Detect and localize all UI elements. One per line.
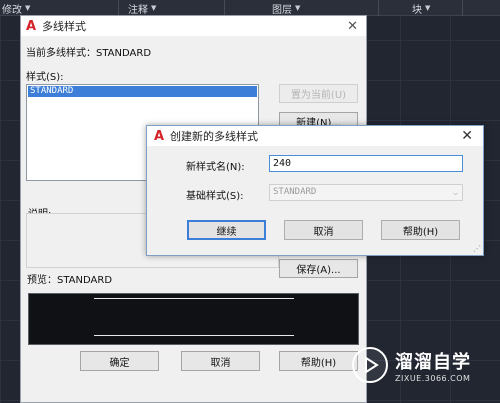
new-dialog-title: 创建新的多线样式 [170,130,258,143]
mline-dialog-title: 多线样式 [42,20,86,33]
preview-label: 预览：STANDARD [27,275,113,286]
mline-dialog-titlebar[interactable]: A 多线样式 [21,16,366,36]
ribbon-panel-block[interactable]: 块 ▼ [412,2,431,16]
new-cancel-button[interactable]: 取消 [284,220,363,240]
base-style-label: 基础样式(S): [186,191,244,202]
new-style-name-input[interactable]: 240 [269,155,463,172]
list-item-standard[interactable]: STANDARD [28,86,257,97]
ribbon-panel-bar: 修改 ▼ 注释 ▼ 图层 ▼ 块 ▼ [0,0,500,16]
watermark: 溜溜自学 ZIXUE.3066.COM [352,340,500,390]
ribbon-panel-annotate[interactable]: 注释 ▼ [128,2,157,16]
styles-label: 样式(S): [26,72,64,83]
help-button[interactable]: 帮助(H) [279,351,358,371]
continue-button[interactable]: 继续 [187,220,266,240]
base-style-select[interactable]: STANDARD ⌵ [269,184,463,201]
preview-pane [28,293,359,345]
chevron-down-icon: ▼ [295,4,301,12]
ribbon-panel-layers[interactable]: 图层 ▼ [272,2,301,16]
preview-line-top [94,298,294,299]
save-button[interactable]: 保存(A)... [279,259,358,278]
resize-grip-icon[interactable]: ⋰ [473,244,481,253]
autocad-logo-icon: A [25,18,37,34]
set-current-button[interactable]: 置为当前(U) [279,84,358,103]
new-name-label: 新样式名(N): [186,162,245,173]
close-icon[interactable]: ✕ [461,128,473,144]
ok-button[interactable]: 确定 [80,351,159,371]
ribbon-panel-modify[interactable]: 修改 ▼ [2,2,31,16]
current-style-label: 当前多线样式：STANDARD [26,48,152,59]
new-help-button[interactable]: 帮助(H) [381,220,460,240]
chevron-down-icon: ▼ [25,4,31,12]
new-dialog-titlebar[interactable]: A 创建新的多线样式 [147,126,483,146]
new-mline-style-dialog: A 创建新的多线样式 ✕ 新样式名(N): 240 基础样式(S): STAND… [146,125,484,256]
close-icon[interactable]: ✕ [347,19,358,34]
chevron-down-icon: ▼ [425,4,431,12]
watermark-url: ZIXUE.3066.COM [395,373,471,383]
cancel-button[interactable]: 取消 [181,351,260,371]
chevron-down-icon: ⌵ [453,188,458,197]
play-logo-icon [352,347,388,383]
preview-line-bottom [94,335,294,336]
autocad-logo-icon: A [153,128,165,144]
watermark-title: 溜溜自学 [395,351,471,373]
chevron-down-icon: ▼ [151,4,157,12]
